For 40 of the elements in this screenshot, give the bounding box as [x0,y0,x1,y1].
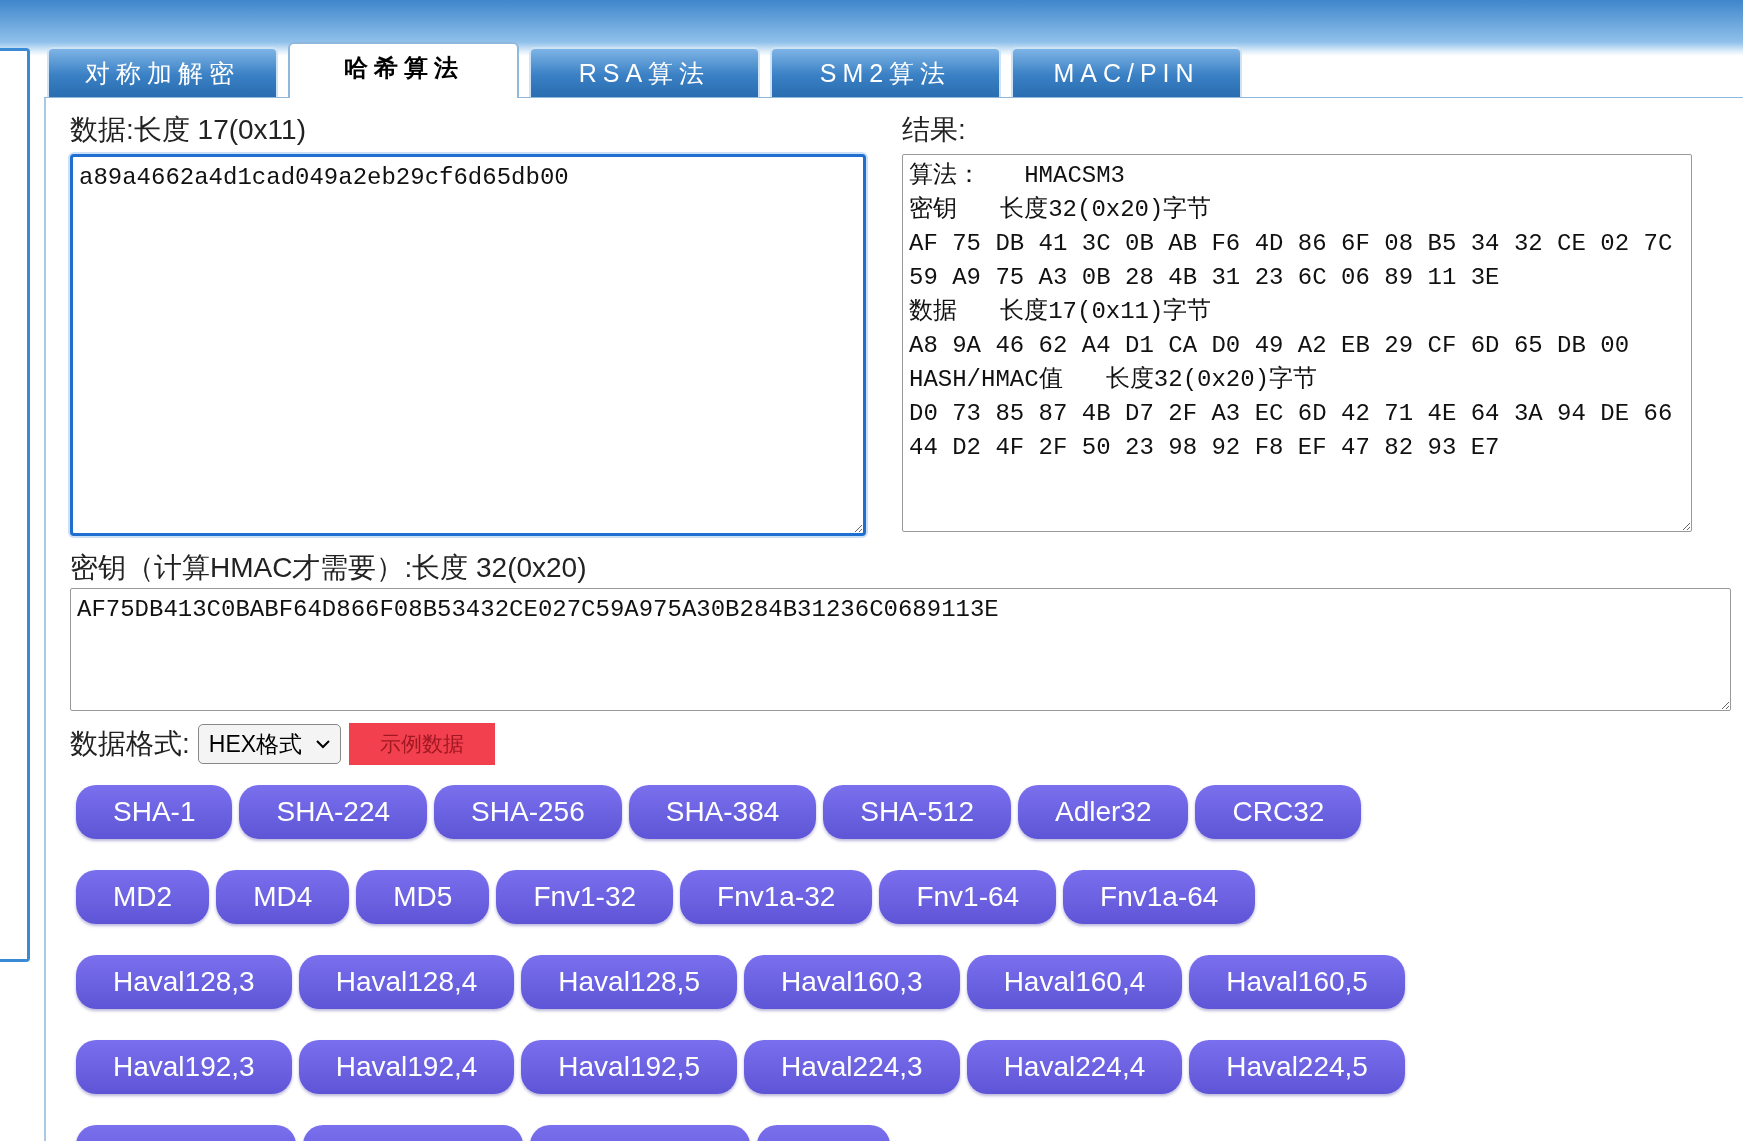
data-field[interactable]: a89a4662a4d1cad049a2eb29cf6d65db00 [70,154,866,536]
hash-button[interactable]: MD4 [216,870,350,924]
hash-button[interactable]: Fnv1-64 [879,870,1057,924]
tab[interactable]: SM2算法 [770,47,1001,97]
format-label: 数据格式: [70,727,190,761]
result-label: 结果: [902,113,967,147]
hash-button[interactable]: Adler32 [1017,785,1189,839]
hash-button[interactable]: Haval128,3 [76,955,292,1009]
tab[interactable]: 哈希算法 [288,42,519,98]
format-select[interactable]: HEX格式 [197,724,342,764]
hash-button[interactable]: Haval224,3 [743,1040,960,1094]
hash-button[interactable]: MD2 [76,870,210,924]
hash-button[interactable]: Haval128,4 [298,955,515,1009]
hash-button[interactable]: SHA-384 [628,785,817,839]
key-field[interactable]: AF75DB413C0BABF64D866F08B53432CE027C59A975A30B284B31236C0689113E [70,588,1731,711]
hash-button[interactable]: Haval192,3 [76,1040,292,1094]
hash-button[interactable]: SHA-1 [76,785,233,839]
hash-button[interactable]: Haval192,4 [298,1040,515,1094]
hash-button[interactable]: MD5 [356,870,490,924]
hash-button[interactable]: SHA-256 [434,785,622,839]
chevron-icon [316,739,331,749]
tab[interactable]: RSA算法 [529,47,760,97]
hash-button[interactable]: Haval128,5 [521,955,737,1009]
hash-button[interactable]: Fnv1a-64 [1063,870,1256,924]
result-field[interactable]: 算法： HMACSM3 密钥 长度32(0x20)字节 AF 75 DB 41 3C 0B AB F6 4D 86 6F 08 B5 34 32 CE 02 7C 59 A9 75 A3 0B 28 4B 31 23 6C 06 89 11 3E 数据 长度17(0x11)字节 A8 9A 46 62 A4 D1 CA D0 49 A2 EB 29 CF 6D 65 DB 00 HASH/HMAC值 长度32(0x20)字节 D0 73 85 87 4B D7 2F A3 EC 6D 42 71 4E 64 3A 94 DE 66 44 D2 4F 2F 50 23 98 92 F8 EF 47 82 93 E7 [902,154,1692,532]
hash-button[interactable]: Haval160,4 [966,955,1183,1009]
tab[interactable]: 对称加解密 [47,47,278,97]
tab[interactable]: MAC/PIN [1011,47,1242,97]
hash-button[interactable]: Fnv1a-32 [680,870,873,924]
key-label: 密钥（计算HMAC才需要）:长度 32(0x20) [70,551,588,585]
hash-button[interactable]: SHA-512 [823,785,1011,839]
hash-button[interactable]: Haval224,5 [1189,1040,1405,1094]
hash-button[interactable]: Haval192,5 [521,1040,737,1094]
hash-button[interactable]: Fnv1-32 [496,870,674,924]
hash-button[interactable]: Haval160,3 [743,955,960,1009]
hash-button[interactable]: SHA-224 [239,785,428,839]
hash-button[interactable]: CRC32 [1195,785,1362,839]
hash-button[interactable]: Haval160,5 [1189,955,1405,1009]
hash-button[interactable]: Haval224,4 [966,1040,1183,1094]
data-label: 数据:长度 17(0x11) [70,113,307,147]
